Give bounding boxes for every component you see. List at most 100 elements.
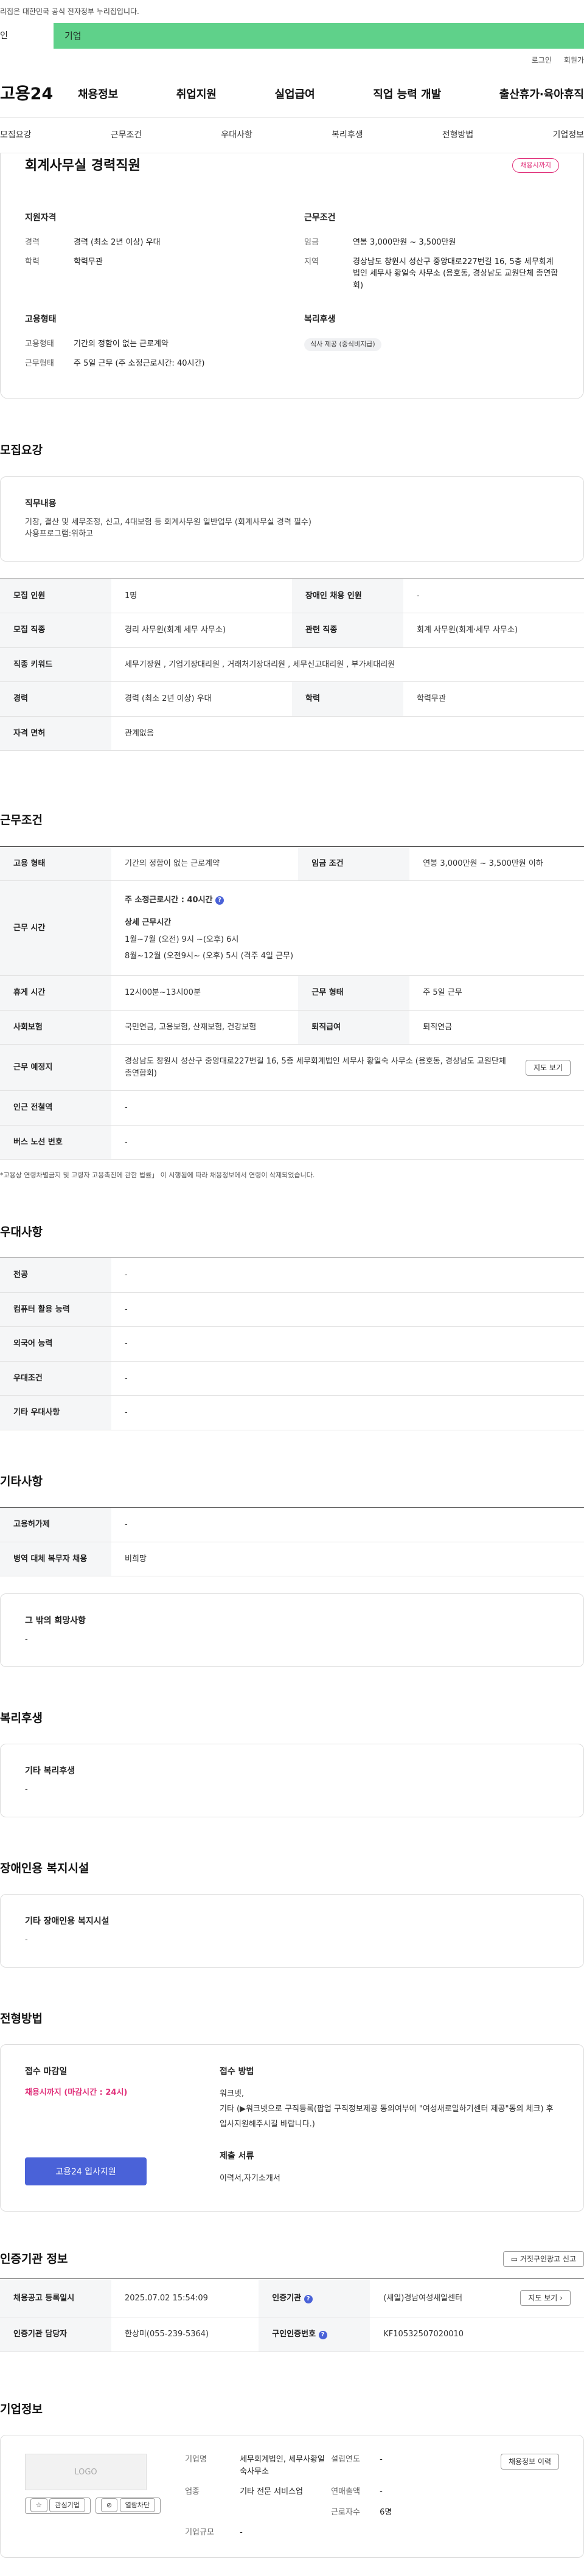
field-label: 근로자수 — [331, 2507, 360, 2517]
value: 연봉 3,000만원 ~ 3,500만원 — [353, 238, 456, 247]
menu-employment-support[interactable]: 취업지원 — [176, 86, 217, 103]
row-label: 컴퓨터 활용 능력 — [0, 1292, 111, 1328]
tab-company[interactable]: 기업 — [54, 23, 584, 49]
value: 학력무관 — [74, 257, 103, 266]
subnav-recruit[interactable]: 모집요강 — [0, 129, 32, 142]
etc-section-title: 기타사항 — [0, 1474, 43, 1488]
row-value: 연봉 3,000만원 ~ 3,500만원 이하 — [409, 846, 584, 881]
site-logo[interactable]: 고용24 — [0, 82, 78, 107]
login-link[interactable]: 로그인 — [532, 55, 552, 66]
subnav-prefer[interactable]: 우대사항 — [221, 129, 252, 142]
row-label: 병역 대체 복무자 채용 — [0, 1542, 111, 1577]
block-view-button[interactable]: ⊘ 열람차단 — [95, 2498, 161, 2514]
duty-heading: 직무내용 — [25, 498, 57, 509]
hours-line: 8월~12월 (오전9시~ (오후) 5시 (격주 4일 근무) — [125, 951, 294, 961]
menu-jobs[interactable]: 채용정보 — [78, 86, 118, 103]
recruit-table: 모집 인원 1명 장애인 채용 인원 - 모집 직종 경리 사무원(회계 세무 … — [0, 578, 584, 751]
row-value: 주 소정근로시간 : 40시간 ? 상세 근무시간 1월~7월 (오전) 9시 … — [111, 880, 584, 976]
menu-parental-leave[interactable]: 출산휴가·육아휴직 — [499, 86, 584, 103]
table-row: 모집 인원 1명 장애인 채용 인원 - — [0, 579, 584, 613]
field-value: 세무회계법인, 세무사황일숙사무소 — [240, 2455, 325, 2476]
row-label: 모집 직종 — [0, 613, 111, 648]
table-row: 고용 형태 기간의 정함이 없는 근로계약 임금 조건 연봉 3,000만원 ~… — [0, 846, 584, 881]
star-icon: ☆ — [30, 2498, 47, 2513]
main-menu: 채용정보 취업지원 실업급여 직업 능력 개발 출산휴가·육아휴직 — [78, 86, 584, 103]
work-section-title: 근무조건 — [0, 813, 43, 827]
label: 고용형태 — [25, 339, 54, 349]
row-label: 기타 우대사항 — [0, 1395, 111, 1430]
subnav-apply[interactable]: 전형방법 — [442, 129, 474, 142]
global-nav: 고용24 채용정보 취업지원 실업급여 직업 능력 개발 출산휴가·육아휴직 — [0, 72, 584, 118]
method-line: 기타 (▶워크넷으로 구직등록(팝업 구직정보제공 동의여부에 "여성새로일하기… — [220, 2104, 554, 2129]
agency-map-button[interactable]: 지도 보기 › — [520, 2290, 571, 2306]
menu-unemployment-benefit[interactable]: 실업급여 — [275, 86, 315, 103]
prefer-table: 전공 - 컴퓨터 활용 능력 - 외국어 능력 - 우대조건 - 기타 우대사항 - — [0, 1258, 584, 1430]
menu-training[interactable]: 직업 능력 개발 — [373, 86, 441, 103]
welfare-box-value: - — [25, 1785, 28, 1795]
row-label: 구인인증번호 ? — [259, 2317, 370, 2352]
employment-block: 고용형태 고용형태 기간의 정함이 없는 근로계약 근무형태 주 5일 근무 (주 … — [25, 313, 280, 377]
company-history-col: 채용정보 이력 — [500, 2454, 559, 2539]
row-value: 세무기장원 , 기업기장대리원 , 거래처기장대리원 , 세무신고대리원 , 부… — [111, 647, 584, 682]
duty-box: 직무내용 기장, 결산 및 세무조정, 신고, 4대보험 등 회계사무원 일반업… — [0, 476, 584, 562]
block-icon: ⊘ — [100, 2498, 118, 2513]
row-label: 자격 면허 — [0, 716, 111, 751]
table-row: 우대조건 - — [0, 1361, 584, 1396]
table-row: 인증기관 담당자 한상미(055-239-5364) 구인인증번호 ? KF10… — [0, 2317, 584, 2352]
qualification-block: 지원자격 경력 경력 (최소 2년 이상) 우대 학력 학력무관 — [25, 212, 280, 299]
row-label: 관련 직종 — [292, 613, 403, 648]
row-value: - — [111, 1125, 584, 1160]
welfare-box: 기타 복리후생 - — [0, 1744, 584, 1817]
info-icon[interactable]: ? — [304, 2294, 313, 2303]
table-row: 버스 노선 번호 - — [0, 1125, 584, 1160]
row-label: 모집 인원 — [0, 579, 111, 613]
disabled-box-value: - — [25, 1935, 28, 1945]
row-value: - — [403, 579, 584, 613]
hope-value: - — [25, 1635, 28, 1645]
join-link[interactable]: 회원가 — [564, 55, 584, 66]
subnav-work[interactable]: 근무조건 — [111, 129, 142, 142]
field-label: 설립연도 — [331, 2455, 360, 2465]
agency-section-title: 인증기관 정보 — [0, 2252, 68, 2266]
field-label: 기업규모 — [185, 2528, 214, 2538]
company-logo: LOGO — [25, 2454, 147, 2491]
chevron-right-icon: › — [560, 2294, 563, 2303]
field-label: 업종 — [185, 2487, 200, 2497]
welfare-chip: 식사 제공 (중식비지급) — [304, 338, 381, 351]
method-line: 워크넷, — [220, 2089, 245, 2099]
job-summary-card: 회계사무실 경력직원 채용시까지 지원자격 경력 경력 (최소 2년 이상) 우대… — [0, 153, 584, 399]
row-value: 경리 사무원(회계 세무 사무소) — [111, 613, 292, 648]
row-value: (새일)경남여성새일센터 지도 보기 › — [370, 2278, 584, 2318]
tab-person[interactable]: 인 — [0, 23, 54, 49]
disabled-section-title: 장애인용 복지시설 — [0, 1861, 89, 1875]
table-row: 전공 - — [0, 1258, 584, 1293]
field-value: - — [380, 2487, 383, 2497]
row-value: - — [111, 1326, 584, 1362]
field-label — [185, 2507, 240, 2519]
row-label: 임금 조건 — [298, 846, 410, 881]
row-label: 전공 — [0, 1258, 111, 1293]
info-icon[interactable]: ? — [318, 2331, 327, 2340]
info-icon[interactable]: ? — [215, 896, 224, 905]
apply-button[interactable]: 고용24 입사지원 — [25, 2157, 147, 2185]
apply-right: 접수 방법 워크넷, 기타 (▶워크넷으로 구직등록(팝업 구직정보제공 동의여부… — [195, 2066, 559, 2187]
table-row: 근무 시간 주 소정근로시간 : 40시간 ? 상세 근무시간 1월~7월 (오… — [0, 880, 584, 976]
map-button[interactable]: 지도 보기 — [526, 1059, 571, 1076]
subnav-company[interactable]: 기업정보 — [552, 129, 584, 142]
disabled-box-heading: 기타 장애인용 복지시설 — [25, 1916, 109, 1927]
row-label-text: 인증기관 — [272, 2293, 302, 2303]
row-value: 회계 사무원(회계·세무 사무소) — [403, 613, 584, 648]
favorite-company-button[interactable]: ☆ 관심기업 — [25, 2498, 91, 2514]
row-value: 퇴직연금 — [409, 1010, 584, 1045]
table-row: 자격 면허 관계없음 — [0, 716, 584, 751]
value: 주 5일 근무 (주 소정근로시간: 40시간) — [74, 358, 205, 368]
hours-detail-heading: 상세 근무시간 — [125, 918, 172, 928]
hiring-history-button[interactable]: 채용정보 이력 — [500, 2454, 559, 2470]
report-ad-button[interactable]: ▭ 거짓구인광고 신고 — [502, 2251, 584, 2268]
deadline-value: 채용시까지 (마감시간 : 24시) — [25, 2088, 128, 2098]
table-row: 기타 우대사항 - — [0, 1395, 584, 1430]
subnav-welfare[interactable]: 복리후생 — [332, 129, 363, 142]
gov-notice: 리집은 대한민국 공식 전자정부 누리집입니다. — [0, 0, 584, 23]
apply-section-title: 전형방법 — [0, 2011, 43, 2025]
qualification-heading: 지원자격 — [25, 213, 57, 223]
